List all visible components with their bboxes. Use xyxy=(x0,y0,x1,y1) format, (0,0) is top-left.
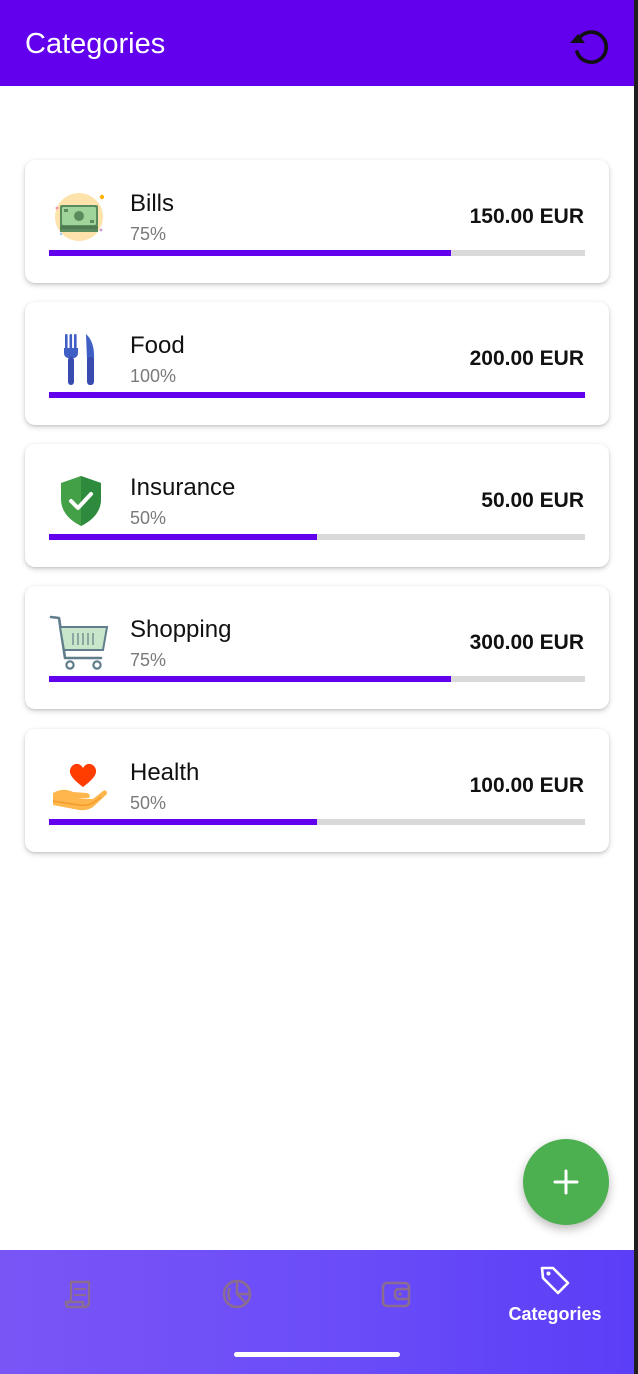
pie-chart-icon xyxy=(222,1279,252,1309)
add-category-button[interactable] xyxy=(523,1139,609,1225)
category-percent: 100% xyxy=(130,366,177,386)
category-amount: 300.00 EUR xyxy=(469,631,584,654)
screen-edge xyxy=(634,0,638,1374)
plus-icon xyxy=(553,1169,579,1195)
category-card-health[interactable]: Health 50% 100.00 EUR xyxy=(25,729,609,852)
home-indicator[interactable] xyxy=(234,1352,400,1357)
tag-icon xyxy=(540,1266,570,1295)
nav-item-transactions[interactable] xyxy=(0,1250,158,1340)
progress-bar xyxy=(49,392,585,398)
nav-label-categories: Categories xyxy=(508,1304,602,1324)
progress-fill xyxy=(49,392,585,398)
progress-bar xyxy=(49,534,585,540)
wallet-icon xyxy=(381,1281,411,1308)
category-card-bills[interactable]: Bills 75% 150.00 EUR xyxy=(25,160,609,283)
nav-item-wallet[interactable] xyxy=(317,1250,475,1340)
fork-knife-icon xyxy=(64,334,95,385)
category-amount: 50.00 EUR xyxy=(481,489,584,512)
category-name: Health xyxy=(130,759,200,786)
category-percent: 75% xyxy=(130,650,167,670)
page-title: Categories xyxy=(25,28,166,60)
category-name: Insurance xyxy=(130,474,236,501)
category-name: Shopping xyxy=(130,616,232,643)
shield-check-icon xyxy=(61,476,101,526)
category-amount: 100.00 EUR xyxy=(469,774,584,797)
category-percent: 50% xyxy=(130,793,167,813)
nav-item-categories[interactable]: Categories xyxy=(476,1250,634,1340)
category-percent: 50% xyxy=(130,508,167,528)
progress-fill xyxy=(49,819,317,825)
shopping-cart-icon xyxy=(49,615,109,670)
app-bar: Categories xyxy=(0,0,634,86)
category-card-shopping[interactable]: Shopping 75% 300.00 EUR xyxy=(25,586,609,709)
nav-item-statistics[interactable] xyxy=(158,1250,316,1340)
progress-fill xyxy=(49,534,317,540)
category-card-insurance[interactable]: Insurance 50% 50.00 EUR xyxy=(25,444,609,567)
category-card-food[interactable]: Food 100% 200.00 EUR xyxy=(25,302,609,425)
heart-hand-icon xyxy=(52,763,107,811)
reset-icon xyxy=(570,30,608,64)
category-amount: 150.00 EUR xyxy=(469,205,584,228)
receipt-icon xyxy=(64,1280,91,1309)
progress-fill xyxy=(49,676,451,682)
category-amount: 200.00 EUR xyxy=(469,347,584,370)
progress-bar xyxy=(49,819,585,825)
category-name: Bills xyxy=(130,190,175,217)
category-name: Food xyxy=(130,332,185,359)
progress-fill xyxy=(49,250,451,256)
money-stack-icon xyxy=(55,193,105,241)
progress-bar xyxy=(49,676,585,682)
category-percent: 75% xyxy=(130,224,167,244)
reset-button[interactable] xyxy=(566,22,614,70)
progress-bar xyxy=(49,250,585,256)
